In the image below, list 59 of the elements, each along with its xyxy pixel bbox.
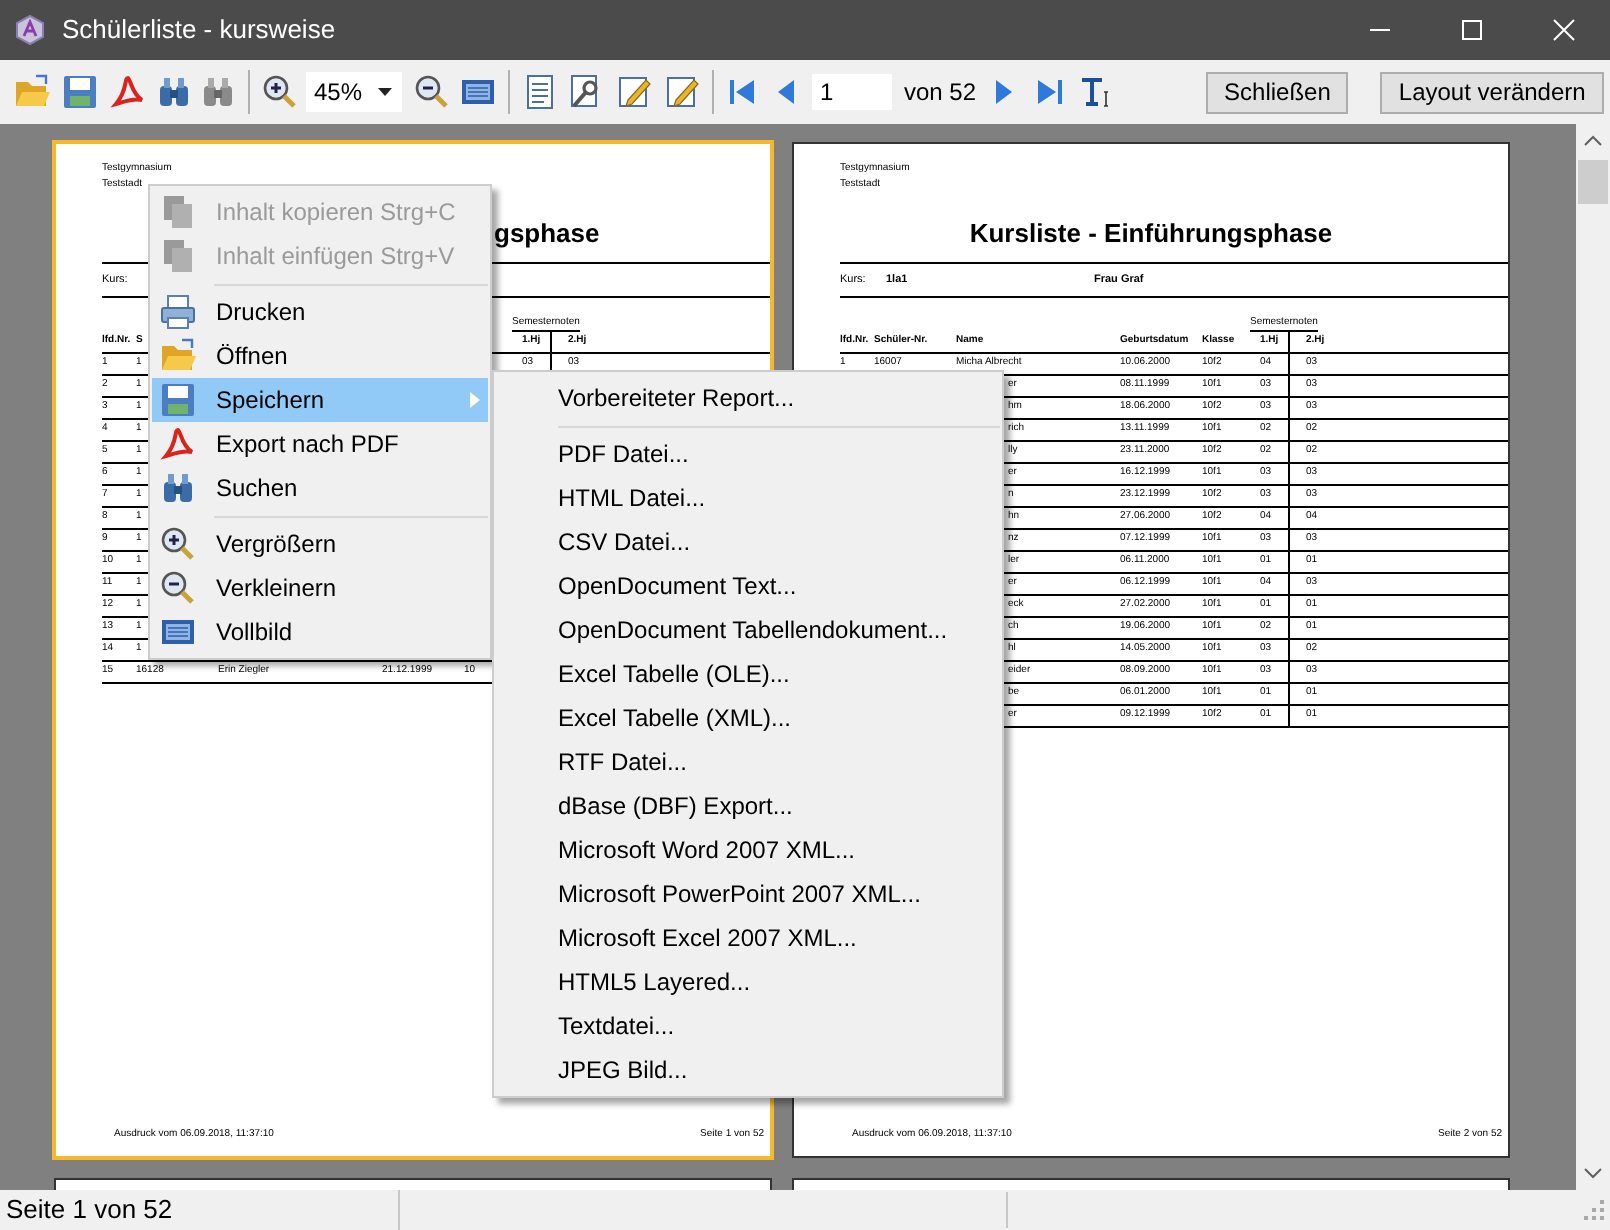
zoom-out-icon [160, 570, 196, 606]
page-count-label: von 52 [904, 76, 977, 110]
menu-item[interactable]: Suchen [152, 466, 488, 510]
save-icon[interactable] [62, 74, 98, 110]
menu-item[interactable]: Microsoft Excel 2007 XML... [494, 916, 1002, 960]
pdf-icon[interactable] [110, 74, 146, 110]
menu-item[interactable]: Microsoft Word 2007 XML... [494, 828, 1002, 872]
menu-item[interactable]: Vorbereiteter Report... [494, 376, 1002, 420]
zoom-out-icon[interactable] [414, 74, 450, 110]
menu-item[interactable]: Vergrößern [152, 522, 488, 566]
fullscreen-icon [160, 614, 196, 650]
printer-icon [160, 294, 196, 330]
status-text: Seite 1 von 52 [0, 1190, 400, 1230]
menu-item[interactable]: Excel Tabelle (OLE)... [494, 652, 1002, 696]
submenu-arrow-icon [470, 392, 480, 408]
menu-item[interactable]: JPEG Bild... [494, 1048, 1002, 1092]
menu-item[interactable]: CSV Datei... [494, 520, 1002, 564]
pdf-icon [160, 426, 196, 462]
documents-icon [160, 194, 196, 230]
folder-icon [160, 338, 196, 374]
menu-item[interactable]: Vollbild [152, 610, 488, 654]
page-icon[interactable] [522, 74, 558, 110]
binoculars-icon [160, 470, 196, 506]
report-title: Kursliste - Einführungsphase [969, 220, 1333, 248]
fullscreen-icon[interactable] [460, 74, 496, 110]
binoculars-icon[interactable] [200, 74, 236, 110]
zoom-in-icon [160, 526, 196, 562]
menu-item[interactable]: Drucken [152, 290, 488, 334]
page-number-field[interactable]: 1 [812, 74, 892, 110]
menu-item[interactable]: OpenDocument Tabellendokument... [494, 608, 1002, 652]
toolbar-button[interactable]: Schließen [1206, 71, 1349, 113]
report-title: gsphase [494, 220, 600, 248]
documents-icon [160, 238, 196, 274]
menu-item[interactable]: HTML5 Layered... [494, 960, 1002, 1004]
menu-item[interactable]: OpenDocument Text... [494, 564, 1002, 608]
menu-item[interactable]: HTML Datei... [494, 476, 1002, 520]
save-icon [160, 382, 196, 418]
scrollbar-thumb[interactable] [1578, 160, 1608, 204]
menu-item[interactable]: Microsoft PowerPoint 2007 XML... [494, 872, 1002, 916]
app-logo-icon [14, 14, 46, 46]
menu-item[interactable]: Excel Tabelle (XML)... [494, 696, 1002, 740]
toolbar-button[interactable]: Layout verändern [1380, 71, 1604, 113]
binoculars-icon[interactable] [156, 74, 192, 110]
menu-item[interactable]: Verkleinern [152, 566, 488, 610]
menu-item[interactable]: Speichern [152, 378, 488, 422]
pencil-icon[interactable] [664, 74, 700, 110]
menu-item[interactable]: dBase (DBF) Export... [494, 784, 1002, 828]
window-title: Schülerliste - kursweise [62, 12, 336, 49]
menu-item[interactable]: PDF Datei... [494, 432, 1002, 476]
folder-icon[interactable] [14, 74, 50, 110]
zoom-dropdown[interactable]: 45% [306, 72, 402, 112]
zoom-in-icon[interactable] [262, 74, 298, 110]
caret-icon [376, 86, 394, 98]
menu-item[interactable]: Export nach PDF [152, 422, 488, 466]
pencil-icon[interactable] [616, 74, 652, 110]
resize-grip-icon[interactable] [1582, 1198, 1606, 1222]
menu-item[interactable]: Textdatei... [494, 1004, 1002, 1048]
menu-item[interactable]: RTF Datei... [494, 740, 1002, 784]
menu-item[interactable]: Öffnen [152, 334, 488, 378]
